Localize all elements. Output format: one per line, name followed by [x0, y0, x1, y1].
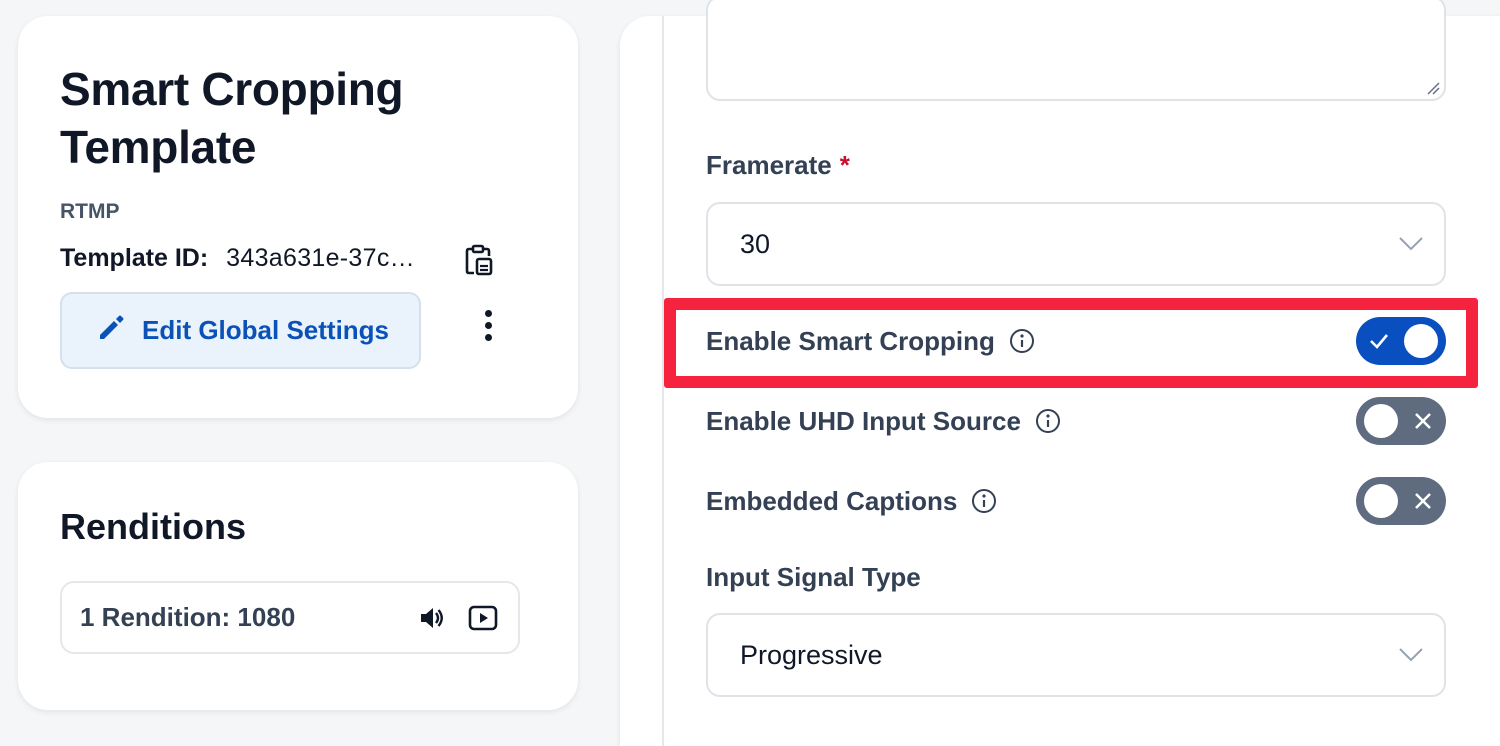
- chevron-down-icon: [1398, 235, 1424, 253]
- x-icon: [1412, 410, 1434, 432]
- toggle-knob: [1364, 404, 1398, 438]
- toggle-knob: [1364, 484, 1398, 518]
- framerate-value: 30: [740, 228, 771, 259]
- pencil-icon: [96, 313, 126, 348]
- rendition-summary-row[interactable]: 1 Rendition: 1080: [60, 581, 520, 654]
- volume-icon: [418, 604, 446, 632]
- renditions-title: Renditions: [60, 506, 246, 547]
- x-icon: [1412, 490, 1434, 512]
- info-icon[interactable]: [971, 488, 997, 514]
- uhd-input-row: Enable UHD Input Source: [706, 395, 1446, 447]
- template-id-row: Template ID: 343a631e-37c…: [60, 244, 415, 273]
- embedded-captions-toggle[interactable]: [1356, 477, 1446, 525]
- uhd-input-toggle[interactable]: [1356, 397, 1446, 445]
- input-signal-type-select[interactable]: Progressive: [706, 613, 1446, 697]
- page-title: Smart Cropping Template: [60, 63, 404, 173]
- video-icon: [468, 603, 498, 633]
- template-card: Smart Cropping Template RTMP Template ID…: [18, 16, 578, 418]
- template-id-value: 343a631e-37c…: [226, 244, 415, 272]
- description-textarea[interactable]: [706, 0, 1446, 101]
- input-signal-type-value: Progressive: [740, 639, 883, 670]
- embedded-captions-row: Embedded Captions: [706, 475, 1446, 527]
- rendition-summary-label: 1 Rendition: 1080: [80, 602, 296, 632]
- framerate-select[interactable]: 30: [706, 202, 1446, 286]
- form-panel: Framerate * 30 Enable Smart Cropping Enab…: [620, 0, 1500, 746]
- protocol-label: RTMP: [60, 200, 120, 223]
- uhd-input-label: Enable UHD Input Source: [706, 405, 1021, 436]
- input-signal-type-label: Input Signal Type: [706, 562, 921, 592]
- template-id-label: Template ID:: [60, 244, 209, 272]
- more-vertical-icon[interactable]: [478, 310, 498, 350]
- edit-global-settings-label: Edit Global Settings: [142, 315, 390, 345]
- chevron-down-icon: [1398, 646, 1424, 664]
- framerate-label-text: Framerate: [706, 150, 832, 180]
- copy-icon[interactable]: [464, 244, 494, 276]
- highlight-annotation: [664, 298, 1478, 388]
- embedded-captions-label: Embedded Captions: [706, 485, 958, 516]
- edit-global-settings-button[interactable]: Edit Global Settings: [60, 292, 421, 369]
- required-marker: *: [839, 150, 850, 180]
- framerate-label: Framerate *: [706, 150, 850, 181]
- info-icon[interactable]: [1035, 408, 1061, 434]
- renditions-card: Renditions 1 Rendition: 1080: [18, 462, 578, 710]
- resize-handle-icon[interactable]: [1426, 81, 1440, 95]
